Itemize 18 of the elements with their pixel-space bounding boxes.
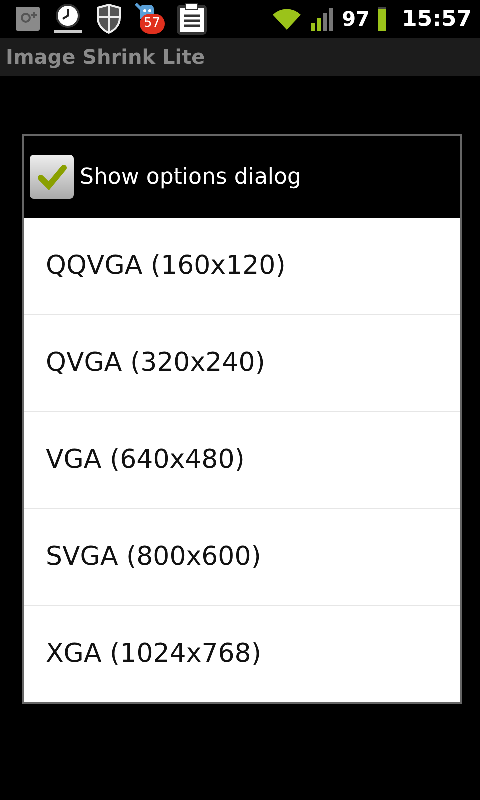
checkbox[interactable] xyxy=(30,155,74,199)
app-title: Image Shrink Lite xyxy=(6,45,206,69)
battery-percentage: 97 xyxy=(342,7,370,31)
clock-icon xyxy=(52,4,84,34)
list-item[interactable]: QVGA (320x240) xyxy=(24,315,460,412)
list-item[interactable]: SVGA (800x600) xyxy=(24,509,460,606)
list-item[interactable]: XGA (1024x768) xyxy=(24,606,460,702)
wifi-icon xyxy=(272,7,302,31)
clipboard-icon xyxy=(176,2,208,36)
signal-icon xyxy=(310,7,334,31)
checkbox-label[interactable]: Show options dialog xyxy=(80,164,302,190)
shield-icon xyxy=(96,4,122,34)
list-item[interactable]: VGA (640x480) xyxy=(24,412,460,509)
google-plus-icon xyxy=(16,7,40,31)
notification-badge: 57 xyxy=(140,14,165,34)
list-item[interactable]: QQVGA (160x120) xyxy=(24,218,460,315)
battery-icon xyxy=(378,7,386,31)
status-time: 15:57 xyxy=(402,6,472,32)
